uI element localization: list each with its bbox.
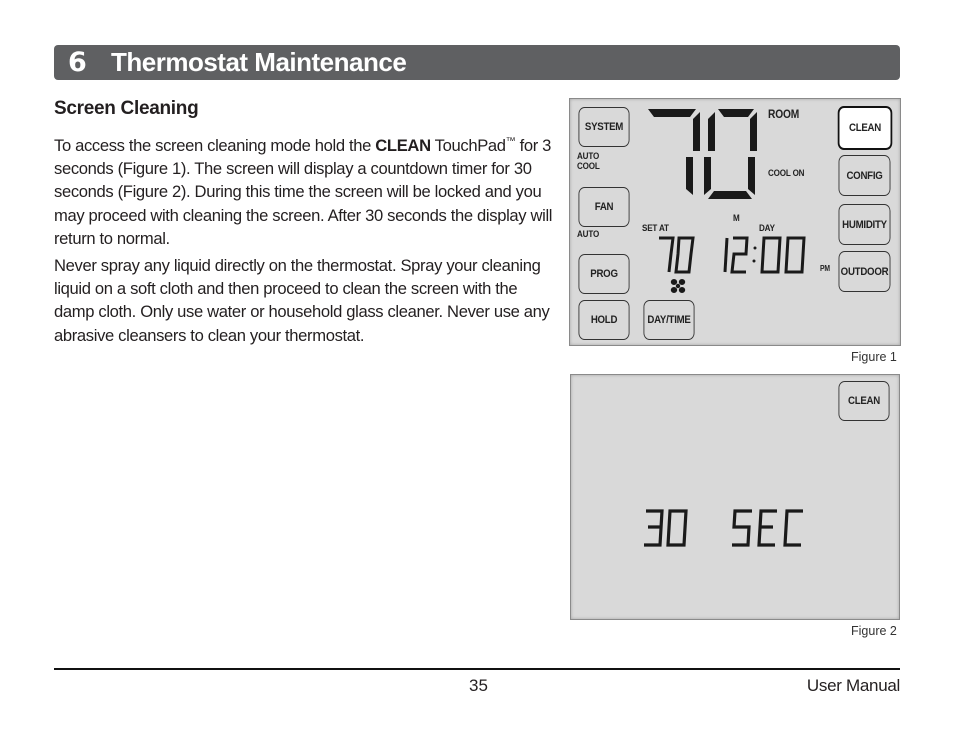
set-temp-digits: [659, 236, 695, 274]
chapter-header: 6 Thermostat Maintenance: [54, 45, 900, 80]
digit-7: [648, 109, 700, 195]
system-mode-label: AUTO COOL: [577, 152, 600, 172]
chapter-title: Thermostat Maintenance: [111, 47, 407, 77]
humidity-button[interactable]: HUMIDITY: [838, 204, 891, 245]
clean-keyword: CLEAN: [375, 136, 431, 155]
footer-title: User Manual: [806, 676, 900, 695]
chapter-number: 6: [68, 47, 87, 78]
figure-1-caption: Figure 1: [851, 350, 897, 364]
prog-button[interactable]: PROG: [578, 254, 630, 294]
outdoor-button[interactable]: OUTDOOR: [838, 251, 891, 292]
day-letter-label: M: [733, 213, 740, 224]
am-pm-label: PM: [820, 264, 830, 273]
room-label: ROOM: [768, 107, 800, 121]
fan-button[interactable]: FAN: [578, 187, 630, 227]
text-run: To access the screen cleaning mode hold …: [54, 136, 376, 155]
day-label: DAY: [759, 223, 775, 234]
config-button[interactable]: CONFIG: [838, 155, 891, 196]
text-run: TouchPad: [430, 136, 506, 155]
fan-mode-label: AUTO: [577, 229, 600, 240]
figure-2-caption: Figure 2: [851, 624, 897, 638]
fan-icon: [670, 279, 686, 293]
clean-button-fig2[interactable]: CLEAN: [838, 381, 890, 421]
cool-on-label: COOL ON: [768, 168, 805, 179]
countdown-display: [644, 509, 803, 547]
figure-2-cleaning-countdown: CLEAN 30 SEC: [570, 374, 900, 620]
figure-1-thermostat-display: SYSTEM AUTO COOL FAN AUTO PROG HOLD DAY/…: [569, 98, 901, 346]
page-number: 35: [469, 676, 488, 695]
section-title: Screen Cleaning: [54, 98, 199, 119]
footer-divider: [54, 668, 900, 670]
digit-0: [704, 109, 757, 199]
trademark-symbol: ™: [505, 136, 516, 147]
day-time-button[interactable]: DAY/TIME: [643, 300, 695, 340]
set-temperature-display: [659, 236, 695, 274]
room-temperature-display: [648, 109, 757, 199]
clock-display: [723, 236, 806, 274]
paragraph-cleaning-warning: Never spray any liquid directly on the t…: [54, 256, 550, 345]
system-button[interactable]: SYSTEM: [578, 107, 630, 147]
set-at-label: SET AT: [642, 223, 669, 234]
clock-digits: [723, 236, 806, 274]
system-mode-line2: COOL: [577, 161, 600, 172]
countdown-digits: [644, 509, 803, 547]
paragraph-access-clean-mode: To access the screen cleaning mode hold …: [54, 130, 559, 250]
clean-button[interactable]: CLEAN: [837, 106, 893, 150]
hold-button[interactable]: HOLD: [578, 300, 630, 340]
